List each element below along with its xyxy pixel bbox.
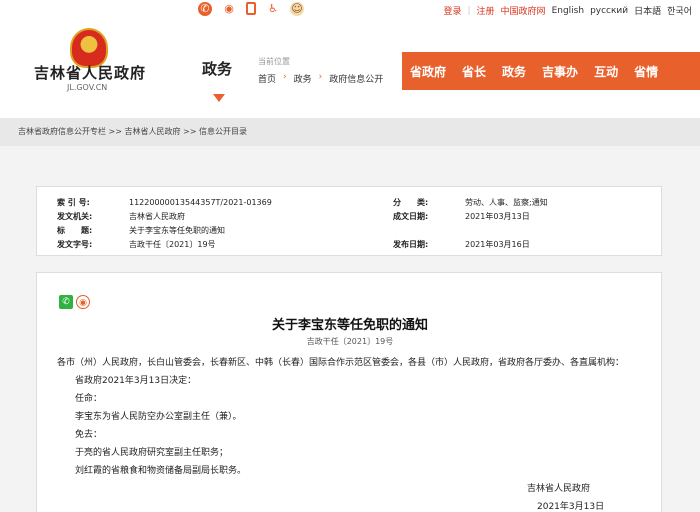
article-paragraph: 省政府2021年3月13日决定： <box>75 376 197 386</box>
top-utility-bar: ✆ ◉ ♿ ☺ 登录 | 注册 中国政府网 English русский 日本… <box>0 0 700 20</box>
login-link[interactable]: 登录 <box>443 4 461 17</box>
meta-title-value: 关于李宝东等任免职的通知 <box>129 226 225 235</box>
meta-title: 标 题: 关于李宝东等任免职的通知 <box>57 225 225 236</box>
meta-published-label: 发布日期: <box>393 240 429 249</box>
article: ✆ ◉ 关于李宝东等任免职的通知 吉政干任〔2021〕19号 各市（州）人民政府… <box>36 272 662 512</box>
nav-item-governor[interactable]: 省长 <box>454 63 494 80</box>
meta-category-value: 劳动、人事、监察;通知 <box>465 198 548 207</box>
location-home[interactable]: 首页 <box>258 72 276 85</box>
chevron-right-icon: › <box>318 72 323 82</box>
meta-docno-label: 发文字号: <box>57 240 93 249</box>
meta-index-label: 索 引 号: <box>57 198 90 207</box>
location-label: 当前位置 <box>258 57 290 66</box>
article-recipients: 各市（州）人民政府，长白山管委会，长春新区、中韩（长春）国际合作示范区管委会，各… <box>57 358 625 368</box>
location-info-disclosure[interactable]: 政府信息公开 <box>329 72 383 85</box>
meta-published-value: 2021年03月16日 <box>465 240 530 249</box>
nav-item-interaction[interactable]: 互动 <box>586 63 626 80</box>
meta-index-value: 11220000013544357T/2021-01369 <box>129 198 272 207</box>
article-paragraph: 免去： <box>75 430 103 440</box>
section-title: 政务 <box>202 60 233 78</box>
article-paragraph: 刘红霞的省粮食和物资储备局副局长职务。 <box>75 466 247 476</box>
nav-item-affairs[interactable]: 政务 <box>494 63 534 80</box>
mobile-icon[interactable] <box>246 2 256 15</box>
social-icons: ✆ ◉ ♿ ☺ <box>198 2 304 16</box>
article-date: 2021年3月13日 <box>537 502 605 512</box>
breadcrumb: 吉林省政府信息公开专栏 >> 吉林省人民政府 >> 信息公开目录 <box>0 118 700 146</box>
meta-created: 成文日期: 2021年03月13日 <box>393 211 530 222</box>
nav-item-government[interactable]: 省政府 <box>402 63 454 80</box>
location-affairs[interactable]: 政务 <box>294 72 312 85</box>
meta-created-value: 2021年03月13日 <box>465 212 530 221</box>
meta-category: 分 类: 劳动、人事、监察;通知 <box>393 197 548 208</box>
japanese-link[interactable]: 日本語 <box>634 4 661 17</box>
wechat-icon[interactable]: ✆ <box>198 2 212 16</box>
english-link[interactable]: English <box>552 6 585 16</box>
weibo-icon[interactable]: ◉ <box>222 2 236 16</box>
meta-docno: 发文字号: 吉政干任〔2021〕19号 <box>57 239 216 250</box>
wechat-share-icon[interactable]: ✆ <box>59 295 73 309</box>
nav-item-province-info[interactable]: 省情 <box>626 63 666 80</box>
site-header: 吉林省人民政府 JL.GOV.CN 政务 当前位置 首页 › 政务 › 政府信息… <box>0 20 700 118</box>
meta-created-label: 成文日期: <box>393 212 429 221</box>
meta-title-label: 标 题: <box>57 226 93 235</box>
meta-category-label: 分 类: <box>393 198 429 207</box>
mascot-icon[interactable]: ☺ <box>290 2 304 16</box>
weibo-share-icon[interactable]: ◉ <box>76 295 90 309</box>
article-title: 关于李宝东等任免职的通知 <box>271 318 428 333</box>
meta-docno-value: 吉政干任〔2021〕19号 <box>129 240 216 249</box>
section-indicator-icon <box>213 94 225 102</box>
korean-link[interactable]: 한국어 <box>667 4 692 17</box>
meta-issuer: 发文机关: 吉林省人民政府 <box>57 211 185 222</box>
separator: | <box>467 5 471 16</box>
article-paragraph: 任命： <box>75 394 103 404</box>
meta-issuer-label: 发文机关: <box>57 212 93 221</box>
meta-issuer-value: 吉林省人民政府 <box>129 212 185 221</box>
main-nav: 省政府 省长 政务 吉事办 互动 省情 <box>402 52 700 90</box>
register-link[interactable]: 注册 <box>477 4 495 17</box>
share-buttons: ✆ ◉ <box>59 295 90 309</box>
top-links: 登录 | 注册 中国政府网 English русский 日本語 한국어 <box>443 4 692 18</box>
article-doc-number: 吉政干任〔2021〕19号 <box>306 337 394 346</box>
gov-cn-link[interactable]: 中国政府网 <box>501 4 546 17</box>
site-url: JL.GOV.CN <box>67 83 108 92</box>
location-breadcrumb: 首页 › 政务 › 政府信息公开 <box>258 72 383 85</box>
russian-link[interactable]: русский <box>590 6 628 16</box>
document-metadata: 索 引 号: 11220000013544357T/2021-01369 分 类:… <box>36 186 662 256</box>
nav-item-services[interactable]: 吉事办 <box>534 63 586 80</box>
article-paragraph: 于亮的省人民政府研究室副主任职务； <box>75 448 229 458</box>
article-signer: 吉林省人民政府 <box>527 484 591 494</box>
breadcrumb-text[interactable]: 吉林省政府信息公开专栏 >> 吉林省人民政府 >> 信息公开目录 <box>18 126 247 137</box>
accessibility-icon[interactable]: ♿ <box>266 2 280 16</box>
meta-published: 发布日期: 2021年03月16日 <box>393 239 530 250</box>
chevron-right-icon: › <box>283 72 287 82</box>
meta-index: 索 引 号: 11220000013544357T/2021-01369 <box>57 197 272 208</box>
article-paragraph: 李宝东为省人民防空办公室副主任（兼）。 <box>75 412 242 422</box>
site-name[interactable]: 吉林省人民政府 <box>34 62 146 83</box>
